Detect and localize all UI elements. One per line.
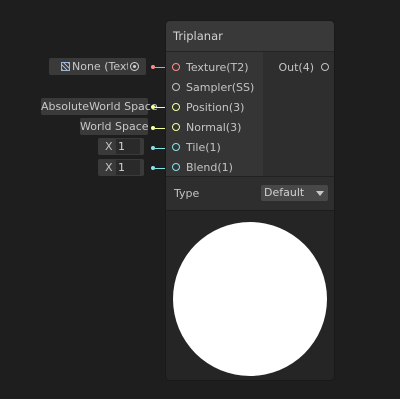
tile-value-input[interactable]: 1 bbox=[116, 139, 140, 154]
position-space-field[interactable]: AbsoluteWorld Space bbox=[41, 98, 158, 115]
object-picker-icon[interactable] bbox=[130, 62, 139, 71]
texture-field-value: None (Textu bbox=[72, 60, 128, 73]
input-port-label: Tile(1) bbox=[186, 141, 221, 154]
node-preview[interactable] bbox=[166, 210, 334, 380]
input-port-label: Position(3) bbox=[186, 101, 245, 114]
port-dot-icon[interactable] bbox=[172, 163, 180, 171]
input-port-texture[interactable]: Texture(T2) bbox=[166, 58, 263, 78]
type-label: Type bbox=[174, 187, 200, 200]
node-settings: Type Default bbox=[166, 176, 334, 210]
port-dot-icon[interactable] bbox=[321, 63, 329, 71]
output-port-out[interactable]: Out(4) bbox=[263, 58, 334, 78]
node-ports: Texture(T2) Sampler(SS) Position(3) Norm… bbox=[166, 52, 334, 176]
output-port-label: Out(4) bbox=[278, 61, 314, 74]
input-port-label: Sampler(SS) bbox=[186, 81, 255, 94]
output-ports: Out(4) bbox=[263, 52, 334, 176]
input-port-sampler[interactable]: Sampler(SS) bbox=[166, 78, 263, 98]
input-port-position[interactable]: Position(3) bbox=[166, 98, 263, 118]
port-dot-icon[interactable] bbox=[172, 143, 180, 151]
type-dropdown[interactable]: Default bbox=[261, 185, 328, 201]
port-dot-icon[interactable] bbox=[172, 103, 180, 111]
input-port-label: Blend(1) bbox=[186, 161, 233, 174]
chevron-down-icon bbox=[316, 191, 324, 196]
input-port-label: Normal(3) bbox=[186, 121, 242, 134]
normal-space-field[interactable]: World Space bbox=[80, 118, 149, 135]
texture-object-field[interactable]: None (Textu bbox=[49, 58, 146, 75]
input-port-tile[interactable]: Tile(1) bbox=[166, 138, 263, 158]
input-ports: Texture(T2) Sampler(SS) Position(3) Norm… bbox=[166, 52, 263, 176]
port-dot-icon[interactable] bbox=[172, 123, 180, 131]
normal-space-value: World Space bbox=[80, 120, 149, 133]
triplanar-node[interactable]: Triplanar Texture(T2) Sampler(SS) Positi… bbox=[166, 21, 334, 380]
preview-sphere bbox=[173, 222, 327, 376]
type-dropdown-value: Default bbox=[264, 186, 305, 199]
tile-axis-label: X bbox=[105, 140, 113, 153]
input-port-label: Texture(T2) bbox=[186, 61, 249, 74]
port-dot-icon[interactable] bbox=[172, 83, 180, 91]
blend-vector-field[interactable]: X 1 bbox=[98, 159, 144, 176]
input-port-blend[interactable]: Blend(1) bbox=[166, 158, 263, 178]
position-space-value: AbsoluteWorld Space bbox=[41, 100, 158, 113]
input-port-normal[interactable]: Normal(3) bbox=[166, 118, 263, 138]
node-title[interactable]: Triplanar bbox=[166, 21, 334, 52]
blend-value-input[interactable]: 1 bbox=[116, 160, 140, 175]
tile-vector-field[interactable]: X 1 bbox=[98, 138, 144, 155]
port-dot-icon[interactable] bbox=[172, 63, 180, 71]
texture-icon bbox=[61, 62, 70, 71]
blend-axis-label: X bbox=[105, 161, 113, 174]
